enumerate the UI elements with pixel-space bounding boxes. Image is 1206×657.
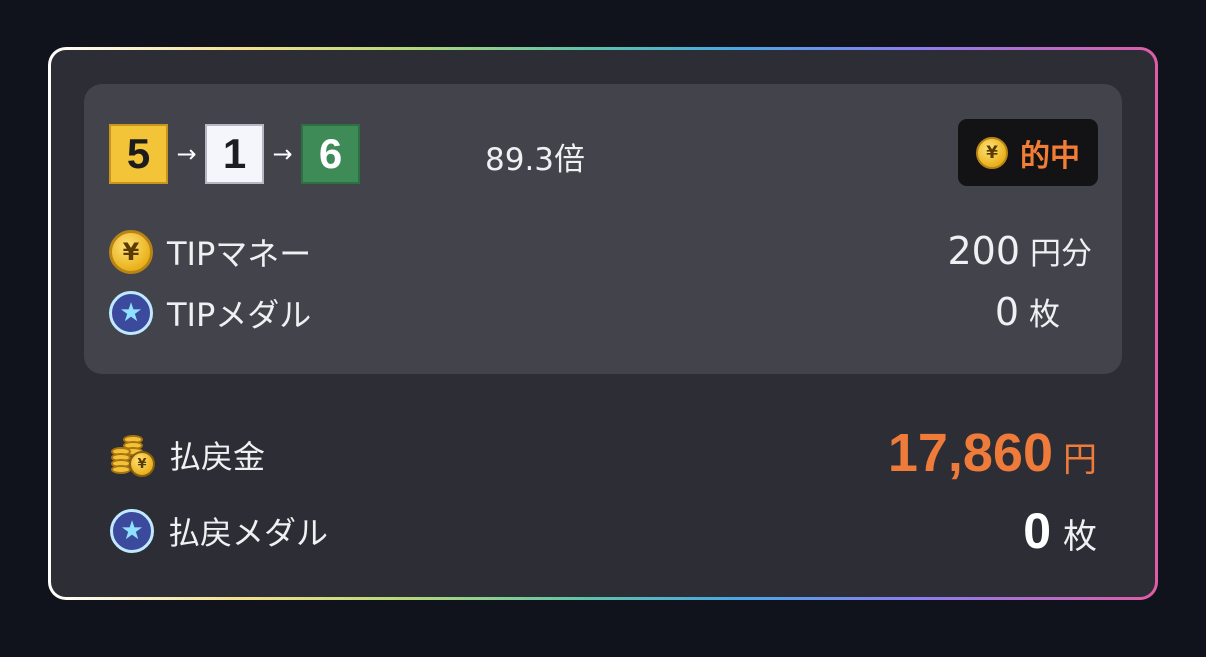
tip-medal-label: TIPメダル xyxy=(167,296,312,334)
payout-money-row: ¥ 払戻金 xyxy=(109,432,265,478)
coin-stack-icon: ¥ xyxy=(109,433,155,477)
arrow-right-icon: → xyxy=(272,140,293,168)
payout-money-unit: 円 xyxy=(1063,440,1097,480)
boat-number-first: 5 xyxy=(109,124,168,184)
odds-value: 89.3倍 xyxy=(485,142,586,178)
star-medal-icon: ★ xyxy=(109,291,153,335)
arrow-right-icon: → xyxy=(176,140,197,168)
bet-combination: 5 → 1 → 6 xyxy=(109,123,360,185)
yen-coin-icon: ¥ xyxy=(976,136,1008,169)
tip-medal-amount: 0 枚 xyxy=(995,289,1060,334)
yen-coin-icon: ¥ xyxy=(109,230,153,274)
tip-medal-row: ★ TIPメダル xyxy=(109,290,311,336)
star-medal-icon: ★ xyxy=(110,509,154,553)
tip-medal-value: 0 xyxy=(994,290,1019,334)
tip-medal-unit: 枚 xyxy=(1029,297,1060,333)
payout-medal-label: 払戻メダル xyxy=(168,514,329,552)
payout-medal-unit: 枚 xyxy=(1063,517,1097,557)
payout-medal-value: 0 xyxy=(1023,503,1051,559)
hit-label: 的中 xyxy=(1020,138,1080,174)
result-card-body: 5 → 1 → 6 89.3倍 ¥ 的中 ¥ TIPマネー 200 円分 ★ T… xyxy=(51,50,1155,597)
tip-money-value: 200 xyxy=(947,229,1020,273)
tip-money-amount: 200 円分 xyxy=(947,228,1092,273)
boat-number-third: 6 xyxy=(301,124,360,184)
payout-medal-row: ★ 払戻メダル xyxy=(110,508,328,554)
result-card: 5 → 1 → 6 89.3倍 ¥ 的中 ¥ TIPマネー 200 円分 ★ T… xyxy=(48,47,1158,600)
payout-medal-amount: 0 枚 xyxy=(1023,502,1097,560)
hit-badge: ¥ 的中 xyxy=(958,119,1098,186)
payout-money-amount: 17,860 円 xyxy=(888,422,1097,484)
tip-money-row: ¥ TIPマネー xyxy=(109,229,311,275)
bet-detail-panel: 5 → 1 → 6 89.3倍 ¥ 的中 ¥ TIPマネー 200 円分 ★ T… xyxy=(84,84,1122,374)
tip-money-unit: 円分 xyxy=(1030,236,1092,272)
payout-money-value: 17,860 xyxy=(887,423,1053,483)
tip-money-label: TIPマネー xyxy=(167,235,312,273)
payout-money-label: 払戻金 xyxy=(169,438,266,476)
boat-number-second: 1 xyxy=(205,124,264,184)
